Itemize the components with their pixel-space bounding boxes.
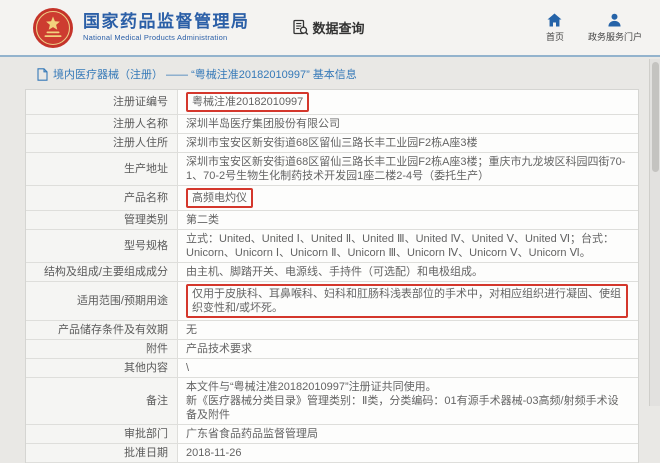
- row-value: 深圳半岛医疗集团股份有限公司: [178, 115, 638, 133]
- row-label: 产品名称: [26, 186, 178, 210]
- row-value: 粤械注准20182010997: [178, 90, 638, 114]
- highlight-box: 粤械注准20182010997: [186, 92, 310, 112]
- table-row: 批准日期 2018-11-26: [26, 444, 638, 463]
- table-row: 注册人住所 深圳市宝安区新安街道68区留仙三路长丰工业园F2栋A座3楼: [26, 134, 638, 153]
- row-label: 生产地址: [26, 153, 178, 185]
- row-label: 其他内容: [26, 359, 178, 377]
- row-label: 型号规格: [26, 230, 178, 262]
- row-value: 仅用于皮肤科、耳鼻喉科、妇科和肛肠科浅表部位的手术中，对相应组织进行凝固、使组织…: [178, 282, 638, 320]
- breadcrumb: 境内医疗器械（注册） —— “粤械注准20182010997” 基本信息: [0, 57, 660, 89]
- row-value-text: 2018-11-26: [186, 447, 242, 459]
- row-value-text: \: [186, 362, 190, 374]
- row-value-text: 深圳市宝安区新安街道68区留仙三路长丰工业园F2栋A座3楼；重庆市九龙坡区科园四…: [186, 156, 626, 182]
- table-row: 适用范围/预期用途 仅用于皮肤科、耳鼻喉科、妇科和肛肠科浅表部位的手术中，对相应组…: [26, 282, 638, 321]
- row-value: 深圳市宝安区新安街道68区留仙三路长丰工业园F2栋A座3楼；重庆市九龙坡区科园四…: [178, 153, 638, 185]
- row-value: 产品技术要求: [178, 340, 638, 358]
- row-value: 本文件与“粤械注准20182010997”注册证共同使用。 新《医疗器械分类目录…: [178, 378, 638, 424]
- scrollbar[interactable]: [649, 59, 660, 406]
- data-query-nav[interactable]: 数据查询: [292, 18, 365, 37]
- row-value-text: 深圳市宝安区新安街道68区留仙三路长丰工业园F2栋A座3楼: [186, 137, 478, 149]
- highlight-box: 仅用于皮肤科、耳鼻喉科、妇科和肛肠科浅表部位的手术中，对相应组织进行凝固、使组织…: [186, 284, 628, 318]
- row-value: 广东省食品药品监督管理局: [178, 425, 638, 443]
- table-row: 审批部门 广东省食品药品监督管理局: [26, 425, 638, 444]
- data-query-icon: [292, 19, 308, 36]
- user-icon: [608, 13, 622, 27]
- national-emblem-logo: [33, 7, 73, 48]
- row-value: 第二类: [178, 211, 638, 229]
- home-link-label: 首页: [545, 31, 564, 42]
- highlight-box: 高频电灼仪: [186, 188, 253, 208]
- scrollbar-thumb[interactable]: [651, 62, 659, 172]
- row-value: 2018-11-26: [178, 444, 638, 462]
- table-row: 型号规格 立式：United、United Ⅰ、United Ⅱ、United Ⅲ…: [26, 230, 638, 263]
- data-query-label: 数据查询: [312, 21, 365, 36]
- row-value-text: 广东省食品药品监督管理局: [186, 428, 318, 440]
- info-table: 注册证编号 粤械注准20182010997 注册人名称 深圳半岛医疗集团股份有限公司注…: [25, 89, 639, 463]
- table-row: 备注 本文件与“粤械注准20182010997”注册证共同使用。 新《医疗器械分类…: [26, 378, 638, 425]
- row-value: \: [178, 359, 638, 377]
- row-label: 注册人名称: [26, 115, 178, 133]
- row-value-text: 本文件与“粤械注准20182010997”注册证共同使用。 新《医疗器械分类目录…: [186, 381, 619, 421]
- agency-name-en: National Medical Products Administration: [83, 32, 228, 42]
- row-label: 管理类别: [26, 211, 178, 229]
- row-label: 批准日期: [26, 444, 178, 462]
- row-label: 产品储存条件及有效期: [26, 321, 178, 339]
- table-row: 附件 产品技术要求: [26, 340, 638, 359]
- row-label: 注册证编号: [26, 90, 178, 114]
- table-row: 管理类别 第二类: [26, 211, 638, 230]
- agency-name: 国家药品监督管理局: [83, 12, 250, 32]
- row-value-text: 产品技术要求: [186, 343, 252, 355]
- row-value-text: 由主机、脚踏开关、电源线、手持件（可选配）和电极组成。: [186, 266, 483, 278]
- breadcrumb-text: 境内医疗器械（注册） —— “粤械注准20182010997” 基本信息: [53, 69, 357, 81]
- document-icon: [37, 67, 48, 81]
- row-label: 备注: [26, 378, 178, 424]
- row-value: 无: [178, 321, 638, 339]
- table-row: 产品名称 高频电灼仪: [26, 186, 638, 211]
- row-label: 审批部门: [26, 425, 178, 443]
- row-label: 注册人住所: [26, 134, 178, 152]
- agency-name-block: 国家药品监督管理局 National Medical Products Admi…: [83, 12, 250, 42]
- table-row: 产品储存条件及有效期无: [26, 321, 638, 340]
- row-label: 适用范围/预期用途: [26, 282, 178, 320]
- row-value: 立式：United、United Ⅰ、United Ⅱ、United Ⅲ、Uni…: [178, 230, 638, 262]
- table-row: 结构及组成/主要组成成分 由主机、脚踏开关、电源线、手持件（可选配）和电极组成。: [26, 263, 638, 282]
- row-value: 深圳市宝安区新安街道68区留仙三路长丰工业园F2栋A座3楼: [178, 134, 638, 152]
- table-row: 其他内容 \: [26, 359, 638, 378]
- home-link[interactable]: 首页: [545, 12, 564, 43]
- table-row: 注册人名称 深圳半岛医疗集团股份有限公司: [26, 115, 638, 134]
- portal-link-label: 政务服务门户: [587, 31, 642, 42]
- row-label: 结构及组成/主要组成成分: [26, 263, 178, 281]
- table-row: 生产地址 深圳市宝安区新安街道68区留仙三路长丰工业园F2栋A座3楼；重庆市九龙坡…: [26, 153, 638, 186]
- row-value: 高频电灼仪: [178, 186, 638, 210]
- row-value-text: 第二类: [186, 214, 219, 226]
- table-row: 注册证编号 粤械注准20182010997: [26, 90, 638, 115]
- portal-link[interactable]: 政务服务门户: [588, 13, 642, 43]
- home-icon: [547, 12, 562, 27]
- row-value-text: 无: [186, 324, 197, 336]
- row-value-text: 深圳半岛医疗集团股份有限公司: [186, 118, 340, 130]
- row-label: 附件: [26, 340, 178, 358]
- row-value: 由主机、脚踏开关、电源线、手持件（可选配）和电极组成。: [178, 263, 638, 281]
- row-value-text: 立式：United、United Ⅰ、United Ⅱ、United Ⅲ、Uni…: [186, 233, 614, 259]
- site-header: 国家药品监督管理局 National Medical Products Admi…: [0, 0, 660, 57]
